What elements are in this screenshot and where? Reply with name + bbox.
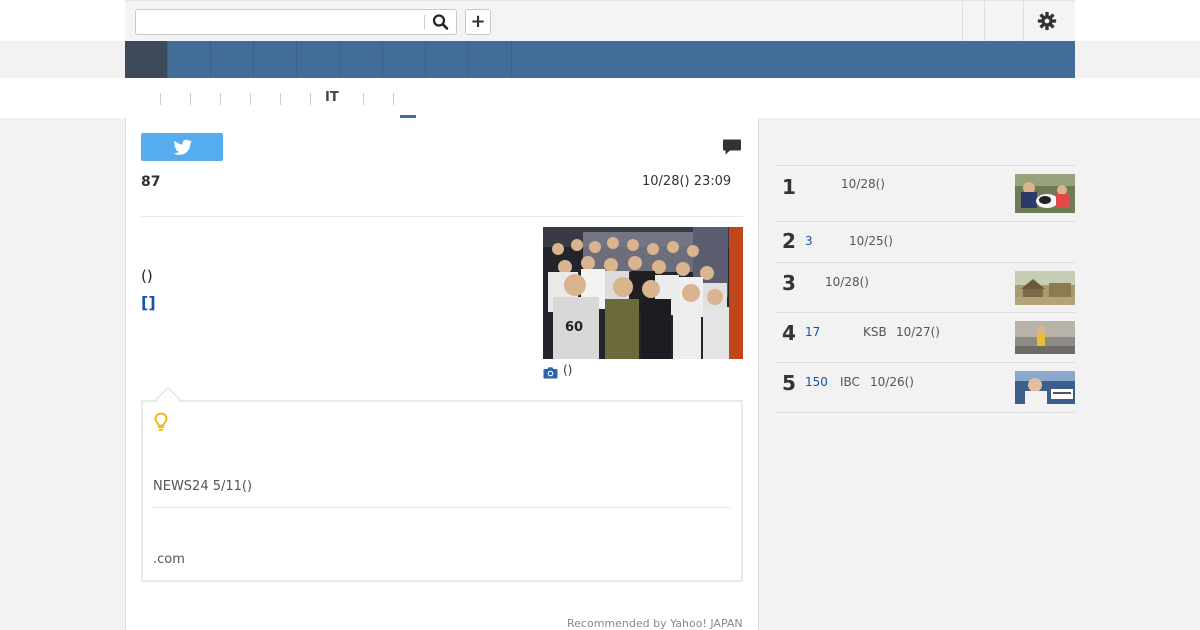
search-box [135,9,457,35]
photo-jersey-number: 60 [565,320,583,335]
divider [141,216,743,217]
nav-item[interactable] [297,41,340,78]
rank-comment-count[interactable]: 17 [805,325,820,339]
top-separator [962,1,963,41]
subnav-separator [363,93,364,105]
rank-number: 3 [782,271,796,295]
nav-item[interactable] [469,41,512,78]
subnav-separator [190,93,191,105]
recommended-by: Recommended by Yahoo! JAPAN [567,617,743,630]
ranking-item[interactable]: 5 150 IBC 10/26() [775,363,1075,413]
rank-comment-count[interactable]: 3 [805,234,813,248]
rank-thumbnail [1015,174,1075,213]
rank-date: 10/25() [849,234,893,248]
ranking-item[interactable]: 3 10/28() [775,263,1075,313]
rank-thumbnail [1015,271,1075,305]
search-input[interactable] [136,10,426,34]
ranking-item[interactable]: 2 3 10/25() [775,222,1075,263]
twitter-icon [173,139,193,155]
top-bar-inner: + [125,0,1075,41]
nav-item[interactable] [254,41,297,78]
photo-caption: () [563,363,573,377]
nav-item[interactable] [168,41,211,78]
top-separator [1023,1,1024,41]
nav-item[interactable] [426,41,469,78]
gear-icon [1037,11,1057,31]
nav-item[interactable] [340,41,383,78]
main-nav [125,41,1075,78]
rank-number: 4 [782,321,796,345]
subnav-separator [280,93,281,105]
article-date: 10/28() 23:09 [642,174,732,189]
tip-news-line[interactable]: NEWS24 5/11() [153,479,252,494]
nav-item[interactable] [383,41,426,78]
rank-date: 10/26() [870,375,914,389]
ranking-item[interactable]: 4 17 KSB 10/27() [775,313,1075,363]
camera-icon [543,367,558,379]
sub-nav: IT [0,78,1200,118]
camera-button[interactable] [543,364,558,379]
ranking-item[interactable]: 1 10/28() [775,165,1075,222]
tip-box: NEWS24 5/11() .com [141,400,743,582]
twitter-share-button[interactable] [141,133,223,161]
search-icon [432,14,449,30]
rank-source: KSB [863,325,887,339]
rank-date: 10/28() [825,275,869,289]
top-bar: + [0,0,1200,41]
rank-source: IBC [840,375,860,389]
bulb-icon [153,412,169,432]
search-button[interactable] [429,12,453,32]
rank-thumbnail [1015,371,1075,404]
nav-item[interactable] [211,41,254,78]
article-photo[interactable]: 60 [543,227,743,359]
subnav-item-it[interactable]: IT [325,90,339,105]
rank-thumbnail [1015,321,1075,354]
article-body-text: () [141,267,153,285]
subnav-separator [310,93,311,105]
add-button[interactable]: + [465,9,491,35]
rank-number: 1 [782,175,796,199]
rank-number: 5 [782,371,796,395]
settings-button[interactable] [1036,10,1058,32]
nav-item-home[interactable] [125,41,168,78]
article-link[interactable]: [] [141,293,156,312]
top-separator [984,1,985,41]
subnav-separator [220,93,221,105]
rank-date: 10/27() [896,325,940,339]
divider [153,507,731,508]
tip-com-line[interactable]: .com [153,552,185,567]
search-divider [424,15,425,29]
rank-number: 2 [782,229,796,253]
comment-count[interactable]: 87 [141,174,160,190]
article-panel: 87 10/28() 23:09 () [] 60 () NEWS24 5/11… [125,118,759,630]
subnav-separator [160,93,161,105]
comment-button[interactable] [722,138,742,156]
subnav-separator [250,93,251,105]
subnav-separator [393,93,394,105]
comment-icon [723,139,741,155]
rank-date: 10/28() [841,177,885,191]
plus-icon: + [470,11,486,32]
rank-comment-count[interactable]: 150 [805,375,828,389]
photo-image: 60 [543,227,743,359]
